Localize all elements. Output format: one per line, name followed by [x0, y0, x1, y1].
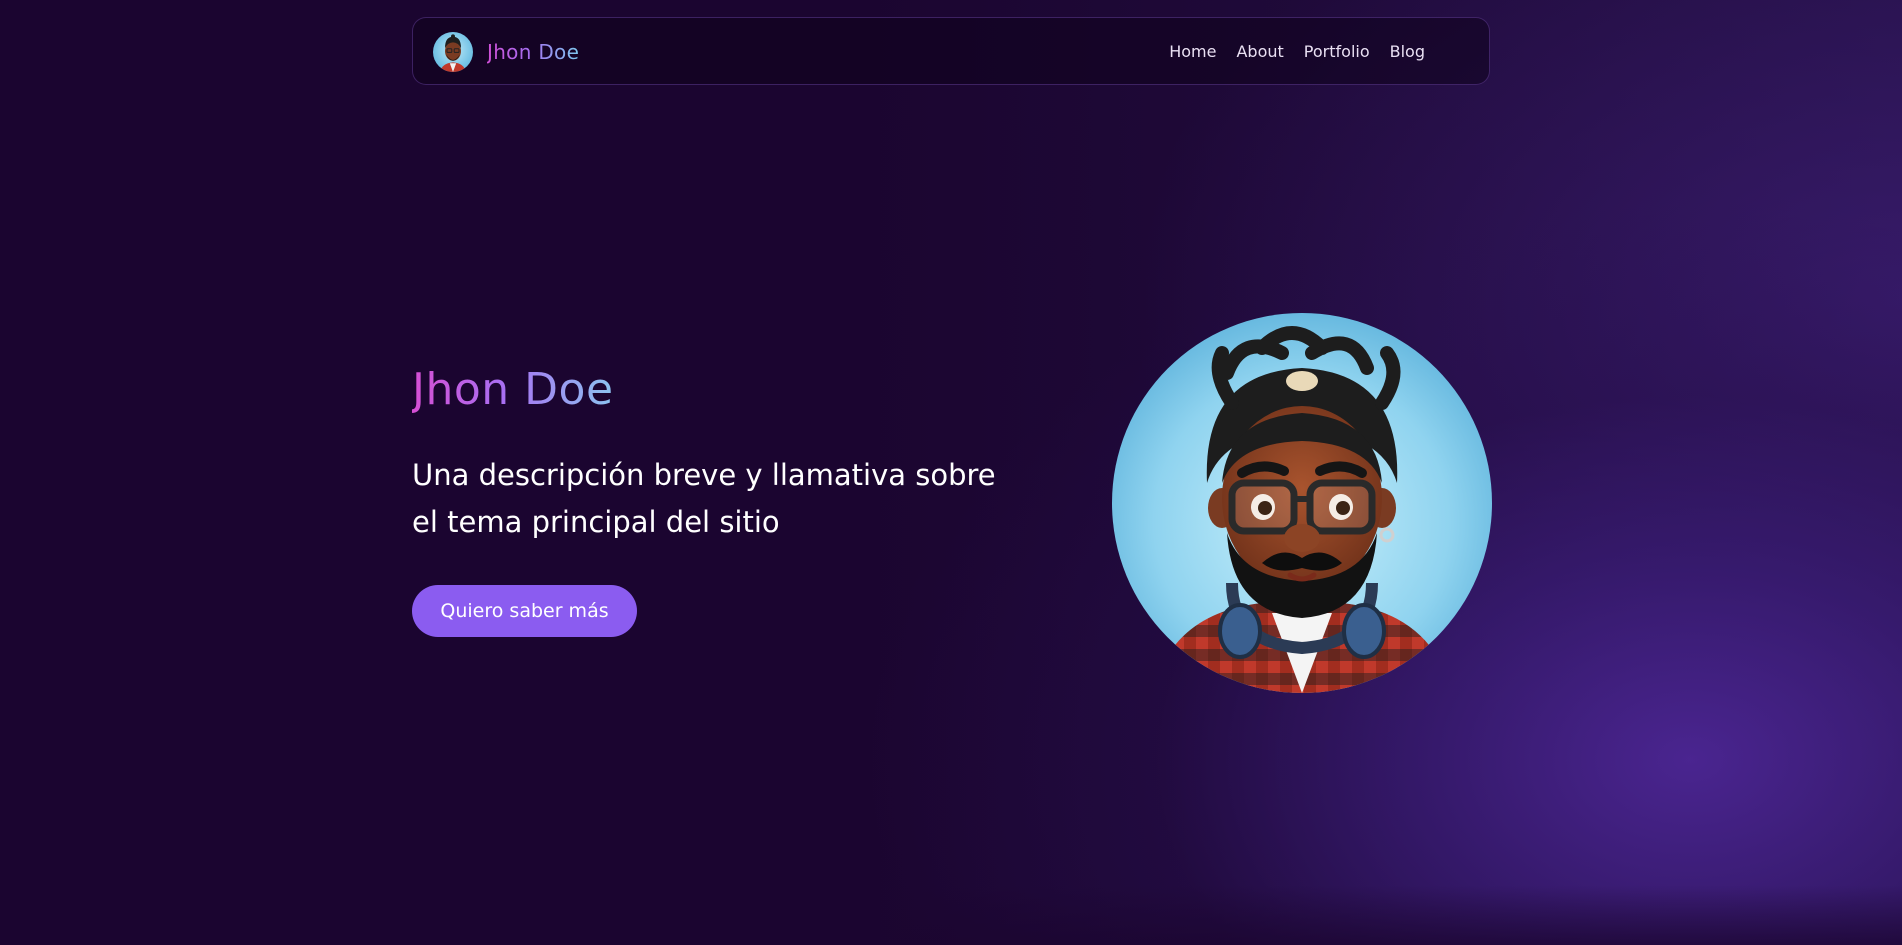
brand-name: Jhon Doe: [487, 32, 579, 72]
avatar: [433, 32, 473, 72]
hero-description: Una descripción breve y llamativa sobre …: [412, 458, 996, 539]
avatar-portrait-icon: [433, 32, 473, 72]
brand[interactable]: Jhon Doe: [433, 32, 579, 72]
bottom-fade: [0, 885, 1902, 945]
cta-button[interactable]: Quiero saber más: [412, 585, 637, 637]
nav-link-about[interactable]: About: [1236, 42, 1283, 61]
nav-link-portfolio[interactable]: Portfolio: [1304, 42, 1370, 61]
hero-title: Jhon Doe: [412, 360, 614, 420]
nav-link-blog[interactable]: Blog: [1390, 42, 1425, 61]
nav-link-home[interactable]: Home: [1169, 42, 1216, 61]
hero-portrait: [1112, 313, 1492, 693]
navbar: Jhon Doe Home About Portfolio Blog: [412, 17, 1490, 85]
avatar-portrait-illustration: [1112, 313, 1492, 693]
nav-links: Home About Portfolio Blog: [1169, 18, 1425, 84]
